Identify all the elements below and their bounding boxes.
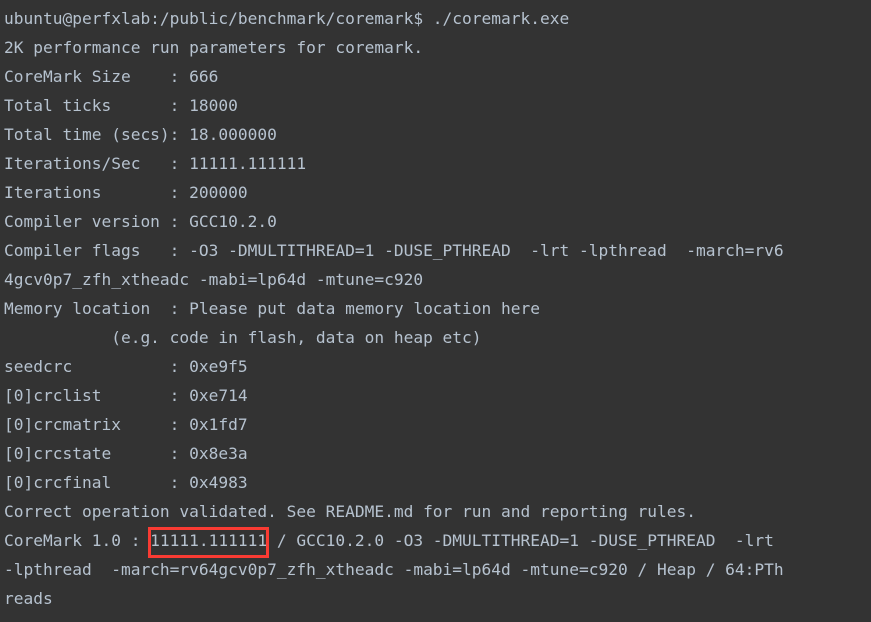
terminal-line-coremark-size: CoreMark Size : 666 [4,67,219,86]
terminal-line-total-ticks: Total ticks : 18000 [4,96,238,115]
terminal-line-coremark-result-wrap: -lpthread -march=rv64gcv0p7_zfh_xtheadc … [4,560,784,579]
terminal-line-compiler-flags: Compiler flags : -O3 -DMULTITHREAD=1 -DU… [4,241,784,260]
terminal-line-compiler-flags-wrap: 4gcv0p7_zfh_xtheadc -mabi=lp64d -mtune=c… [4,270,424,289]
terminal-line-run-parameters: 2K performance run parameters for corema… [4,38,424,57]
terminal-line-coremark-result-wrap2: reads [4,589,53,608]
terminal-line-crcfinal: [0]crcfinal : 0x4983 [4,473,248,492]
terminal-line-validation-message: Correct operation validated. See README.… [4,502,696,521]
terminal-line-total-time: Total time (secs): 18.000000 [4,125,277,144]
terminal-line-compiler-version: Compiler version : GCC10.2.0 [4,212,277,231]
terminal-line-crcstate: [0]crcstate : 0x8e3a [4,444,248,463]
terminal-line-prompt-command: ubuntu@perfxlab:/public/benchmark/corema… [4,9,570,28]
terminal-line-crclist: [0]crclist : 0xe714 [4,386,248,405]
terminal-line-iterations: Iterations : 200000 [4,183,248,202]
terminal-line-coremark-result: CoreMark 1.0 : 11111.111111 / GCC10.2.0 … [4,531,774,550]
terminal-line-memory-location-note: (e.g. code in flash, data on heap etc) [4,328,482,347]
terminal-window[interactable]: ubuntu@perfxlab:/public/benchmark/corema… [0,0,871,622]
terminal-line-memory-location: Memory location : Please put data memory… [4,299,541,318]
terminal-line-crcmatrix: [0]crcmatrix : 0x1fd7 [4,415,248,434]
terminal-line-seedcrc: seedcrc : 0xe9f5 [4,357,248,376]
terminal-line-iterations-per-sec: Iterations/Sec : 11111.111111 [4,154,307,173]
